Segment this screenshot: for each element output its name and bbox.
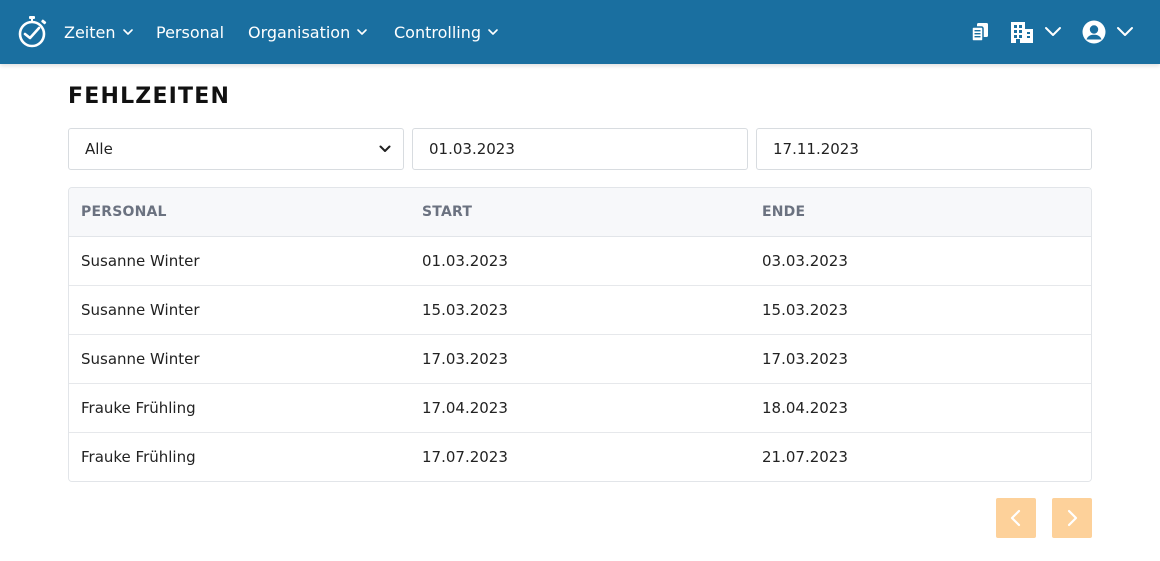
table-row[interactable]: Frauke Frühling 17.07.2023 21.07.2023 — [69, 433, 1091, 481]
nav-controlling[interactable]: Controlling — [394, 0, 499, 64]
user-menu-button[interactable] — [1082, 0, 1134, 64]
nav-personal-label: Personal — [156, 22, 225, 42]
cell-ende: 21.07.2023 — [762, 448, 848, 466]
nav-organisation-label: Organisation — [248, 22, 351, 42]
cell-personal: Frauke Frühling — [81, 399, 196, 417]
cell-start: 17.03.2023 — [422, 350, 508, 368]
top-navbar: Zeiten Personal Organisation Controlling — [0, 0, 1160, 64]
cell-start: 01.03.2023 — [422, 252, 508, 270]
date-from-field[interactable] — [412, 128, 748, 170]
cell-personal: Susanne Winter — [81, 350, 200, 368]
cell-ende: 18.04.2023 — [762, 399, 848, 417]
nav-zeiten[interactable]: Zeiten — [64, 0, 134, 64]
page-title: FEHLZEITEN — [68, 84, 231, 109]
chevron-down-icon — [357, 29, 368, 35]
cell-start: 15.03.2023 — [422, 301, 508, 319]
chevron-down-icon — [1117, 27, 1133, 36]
stopwatch-logo-icon[interactable] — [17, 16, 47, 48]
cell-personal: Susanne Winter — [81, 301, 200, 319]
chevron-down-icon — [379, 145, 391, 152]
cell-personal: Susanne Winter — [81, 252, 200, 270]
absences-table: PERSONAL START ENDE Susanne Winter 01.03… — [68, 187, 1092, 482]
previous-page-button[interactable] — [996, 498, 1036, 538]
next-page-button[interactable] — [1052, 498, 1092, 538]
staff-filter-selected-value: Alle — [85, 140, 113, 158]
cell-ende: 15.03.2023 — [762, 301, 848, 319]
table-row[interactable]: Frauke Frühling 17.04.2023 18.04.2023 — [69, 384, 1091, 433]
chevron-down-icon — [1045, 27, 1061, 36]
column-header-ende[interactable]: ENDE — [762, 188, 805, 236]
building-icon — [1011, 22, 1033, 43]
cell-ende: 03.03.2023 — [762, 252, 848, 270]
staff-filter-select[interactable]: Alle — [68, 128, 404, 170]
documents-button[interactable] — [969, 0, 991, 64]
cell-start: 17.04.2023 — [422, 399, 508, 417]
cell-personal: Frauke Frühling — [81, 448, 196, 466]
date-to-field[interactable] — [756, 128, 1092, 170]
nav-personal[interactable]: Personal — [156, 0, 224, 64]
chevron-right-icon — [1067, 509, 1078, 527]
nav-zeiten-label: Zeiten — [64, 22, 116, 42]
nav-organisation[interactable]: Organisation — [248, 0, 368, 64]
chevron-left-icon — [1010, 509, 1021, 527]
chevron-down-icon — [488, 29, 498, 35]
company-menu-button[interactable] — [1010, 0, 1062, 64]
chevron-down-icon — [122, 29, 133, 35]
date-from-input[interactable] — [429, 140, 729, 158]
documents-icon — [971, 23, 988, 42]
cell-start: 17.07.2023 — [422, 448, 508, 466]
table-header-row: PERSONAL START ENDE — [69, 188, 1091, 237]
column-header-start[interactable]: START — [422, 188, 472, 236]
table-row[interactable]: Susanne Winter 15.03.2023 15.03.2023 — [69, 286, 1091, 335]
table-row[interactable]: Susanne Winter 01.03.2023 03.03.2023 — [69, 237, 1091, 286]
nav-controlling-label: Controlling — [394, 22, 482, 42]
date-to-input[interactable] — [773, 140, 1073, 158]
user-account-icon — [1082, 20, 1106, 44]
cell-ende: 17.03.2023 — [762, 350, 848, 368]
table-row[interactable]: Susanne Winter 17.03.2023 17.03.2023 — [69, 335, 1091, 384]
column-header-personal[interactable]: PERSONAL — [81, 188, 167, 236]
